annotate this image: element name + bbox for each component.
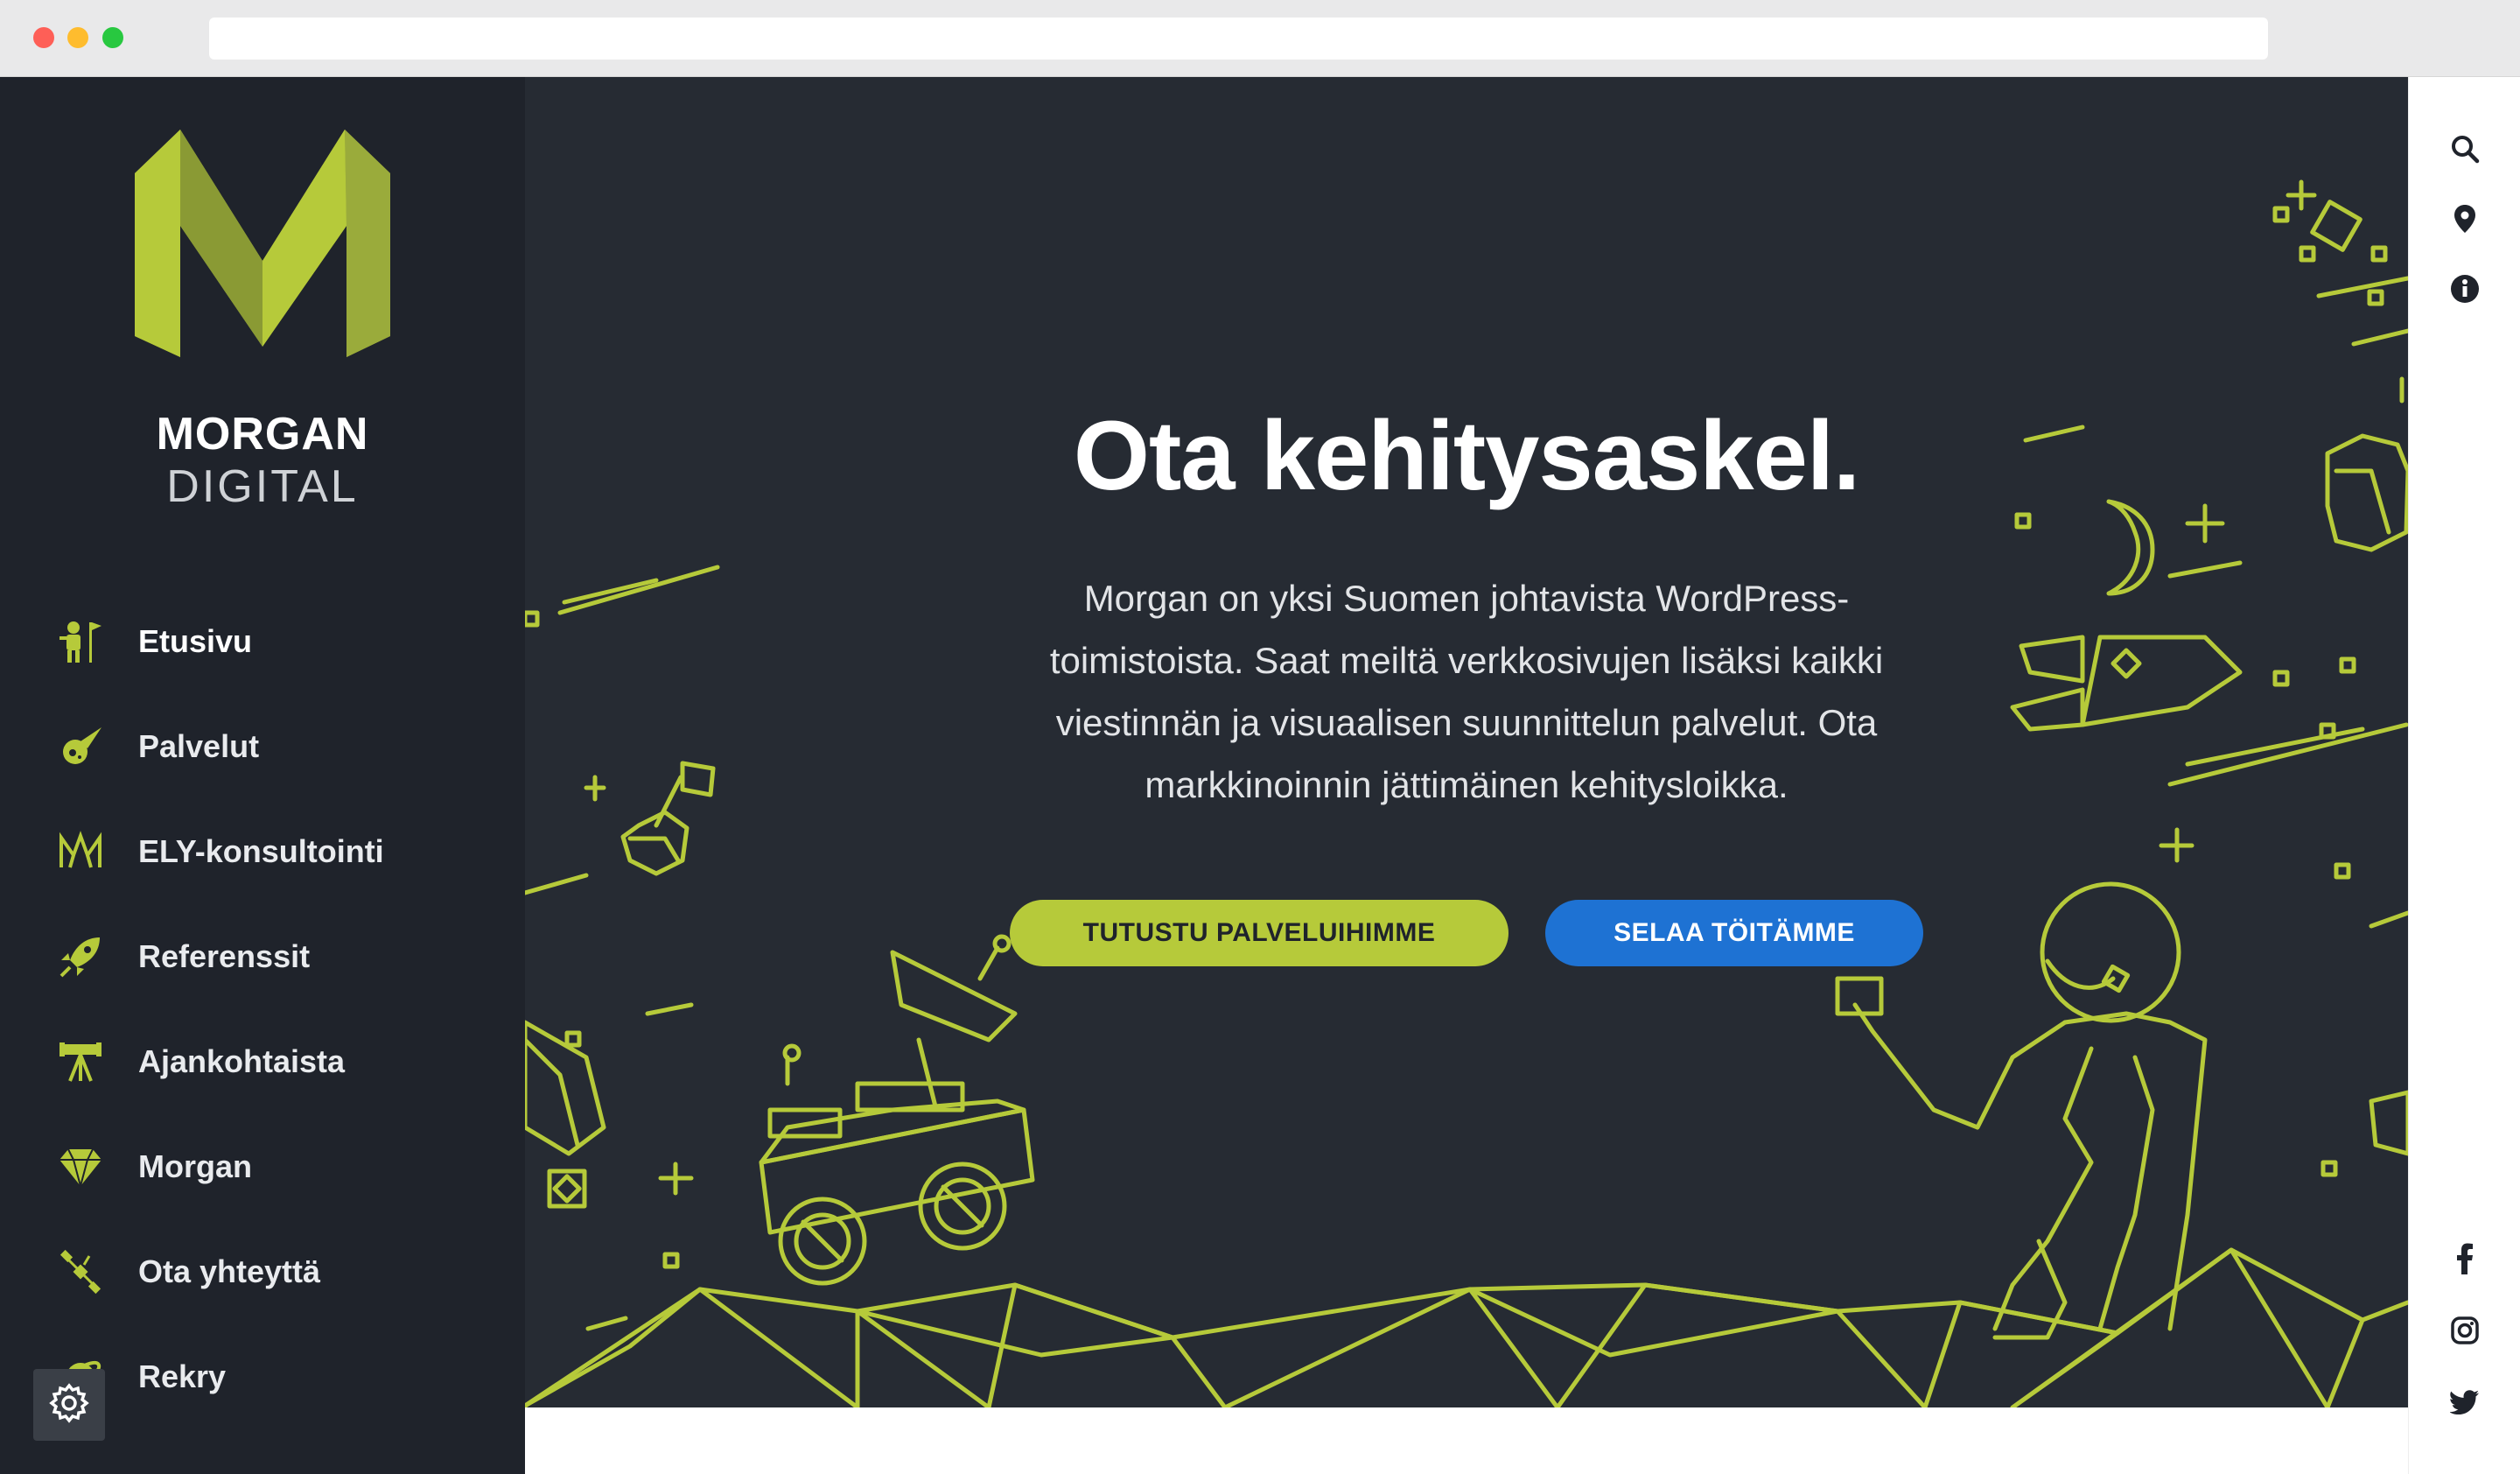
sidebar-item-ajankohtaista[interactable]: Ajankohtaista	[56, 1031, 476, 1092]
sidebar-item-label: Rekry	[138, 1358, 227, 1394]
sidebar-item-morgan[interactable]: Morgan	[56, 1136, 476, 1197]
address-bar[interactable]	[209, 18, 2268, 60]
window-maximize-button[interactable]	[102, 27, 123, 48]
sidebar-item-etusivu[interactable]: Etusivu	[56, 611, 476, 672]
sidebar-item-ota-yhteytta[interactable]: Ota yhteyttä	[56, 1241, 476, 1302]
logo-word-digital: DIGITAL	[166, 461, 359, 512]
info-icon	[2450, 274, 2480, 308]
window-close-button[interactable]	[33, 27, 54, 48]
diamond-icon	[56, 1142, 105, 1191]
morgan-logo[interactable]: MORGAN DIGITAL	[131, 130, 394, 512]
instagram-icon	[2451, 1316, 2479, 1349]
sidebar-item-palvelut[interactable]: Palvelut	[56, 716, 476, 777]
sidebar-item-label: Etusivu	[138, 623, 253, 659]
telescope-icon	[56, 1037, 105, 1086]
instagram-link[interactable]	[2409, 1309, 2520, 1355]
sidebar-item-ely-konsultointi[interactable]: ELY-konsultointi	[56, 821, 476, 882]
sidebar-item-label: ELY-konsultointi	[138, 833, 384, 869]
rocket-icon	[56, 932, 105, 981]
satellite-icon	[56, 1247, 105, 1296]
explore-services-button[interactable]: TUTUSTU PALVELUIHIMME	[1010, 900, 1508, 966]
sidebar-item-rekry[interactable]: Rekry	[56, 1346, 476, 1407]
settings-button[interactable]	[33, 1369, 105, 1441]
hero-description-line: viestinnän ja visuaalisen suunnittelun p…	[1055, 702, 1878, 743]
hero-title: Ota kehitysaskel.	[1073, 401, 1860, 510]
window-minimize-button[interactable]	[67, 27, 88, 48]
browser-chrome	[0, 0, 2520, 77]
sidebar-item-referenssit[interactable]: Referenssit	[56, 926, 476, 987]
location-button[interactable]	[2409, 198, 2520, 243]
logo-word-morgan: MORGAN	[156, 409, 369, 460]
facebook-link[interactable]	[2409, 1238, 2520, 1283]
sidebar-item-label: Ota yhteyttä	[138, 1253, 321, 1289]
twitter-link[interactable]	[2409, 1381, 2520, 1427]
person-flag-icon	[56, 617, 105, 666]
hero-section: Ota kehitysaskel. Morgan on yksi Suomen …	[525, 77, 2408, 1407]
right-rail	[2408, 77, 2520, 1474]
search-icon	[2450, 134, 2480, 168]
comet-icon	[56, 722, 105, 771]
hero-description-line: toimistoista. Saat meiltä verkkosivujen …	[1049, 640, 1884, 681]
sidebar-item-label: Ajankohtaista	[138, 1043, 346, 1079]
morgan-m-logo-icon	[135, 130, 390, 357]
twitter-icon	[2449, 1389, 2480, 1419]
browse-work-button[interactable]: SELAA TÖITÄMME	[1545, 900, 1923, 966]
page-content-below-fold	[525, 1407, 2408, 1474]
hero-description-line: markkinoinnin jättimäinen kehitysloikka.	[1144, 764, 1788, 805]
sidebar: MORGAN DIGITAL Etusivu Palvelut ELY-kons…	[0, 77, 525, 1474]
sidebar-item-label: Palvelut	[138, 728, 260, 764]
hero-description-line: Morgan on yksi Suomen johtavista WordPre…	[1083, 578, 1850, 619]
hero-description: Morgan on yksi Suomen johtavista WordPre…	[1015, 567, 1918, 816]
sidebar-item-label: Referenssit	[138, 938, 311, 974]
location-pin-icon	[2454, 204, 2476, 238]
m-logo-icon	[56, 827, 105, 876]
gear-icon	[48, 1382, 90, 1428]
info-button[interactable]	[2409, 268, 2520, 313]
facebook-icon	[2455, 1243, 2474, 1279]
search-button[interactable]	[2409, 128, 2520, 173]
sidebar-item-label: Morgan	[138, 1148, 252, 1184]
